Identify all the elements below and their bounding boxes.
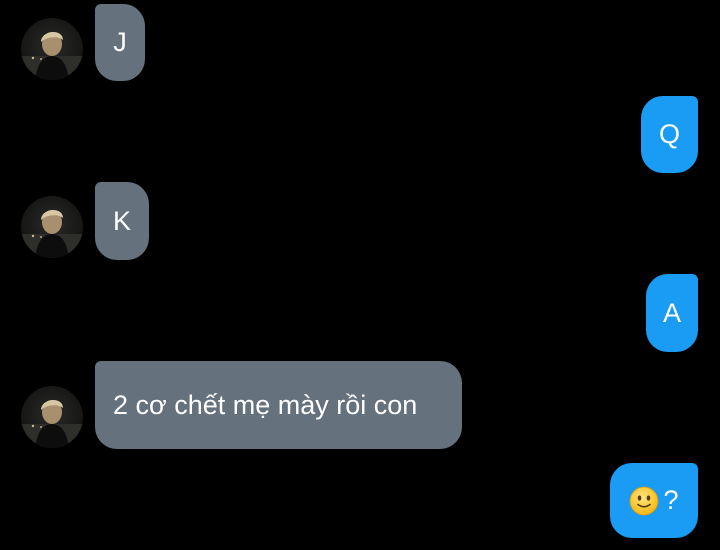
message-text: J <box>113 27 127 57</box>
person-photo-icon <box>21 399 83 448</box>
person-photo-icon <box>21 209 83 258</box>
message-text: 2 cơ chết mẹ mày rồi con <box>113 389 418 420</box>
outgoing-message-bubble[interactable]: ? <box>610 463 698 538</box>
incoming-message-bubble[interactable]: J <box>95 4 145 81</box>
message-text: K <box>112 205 131 236</box>
contact-avatar[interactable] <box>21 386 83 448</box>
outgoing-message-bubble[interactable]: Q <box>641 96 698 173</box>
contact-avatar[interactable] <box>21 196 83 258</box>
message-text: ? <box>663 485 679 515</box>
person-photo-icon <box>21 31 83 80</box>
incoming-message-bubble[interactable]: K <box>95 182 149 260</box>
incoming-message-bubble[interactable]: 2 cơ chết mẹ mày rồi con <box>95 361 462 449</box>
message-text: A <box>662 297 681 328</box>
contact-avatar[interactable] <box>21 18 83 80</box>
outgoing-message-bubble[interactable]: A <box>646 274 698 352</box>
message-text: Q <box>658 119 680 149</box>
slightly-smiling-face-icon <box>630 486 659 515</box>
